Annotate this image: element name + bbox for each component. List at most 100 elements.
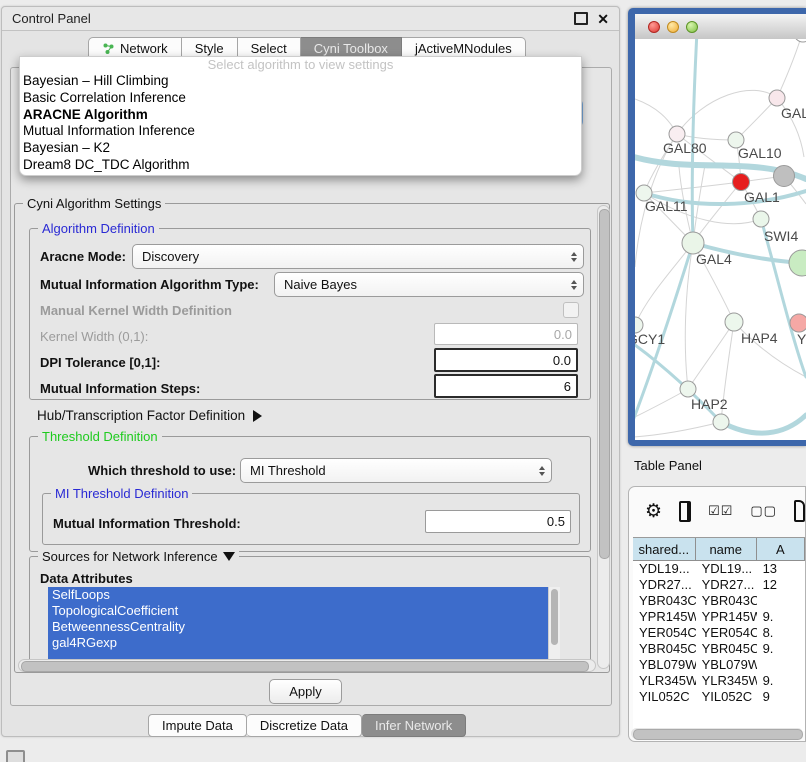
- table-cell: [757, 593, 805, 609]
- network-edge[interactable]: [736, 98, 777, 140]
- network-edge[interactable]: [635, 422, 721, 437]
- network-edge[interactable]: [777, 39, 803, 98]
- table-cell: YDR27...: [696, 577, 757, 593]
- network-node-gal[interactable]: [769, 90, 785, 106]
- table-header: shared...nameA: [633, 538, 805, 561]
- network-node-gal1[interactable]: [733, 174, 750, 191]
- algorithm-option-dream8-dc-tdc-algorithm[interactable]: Dream8 DC_TDC Algorithm: [20, 157, 581, 174]
- mi-type-combo[interactable]: Naive Bayes: [274, 272, 584, 297]
- bottom-tab-discretize-data[interactable]: Discretize Data: [247, 714, 362, 737]
- network-canvas[interactable]: GALGAL80GAL10GAL1GAL11SWI4GAL4GCY1HAP4YH…: [635, 39, 806, 440]
- node-label: GAL80: [663, 140, 707, 156]
- gear-icon[interactable]: ⚙: [645, 502, 662, 521]
- mi-steps-field[interactable]: 6: [434, 374, 578, 398]
- network-node[interactable]: [713, 414, 729, 430]
- tab-label: Discretize Data: [260, 718, 348, 733]
- network-node-y[interactable]: [790, 314, 806, 332]
- network-edge-thick[interactable]: [721, 415, 806, 433]
- network-node-swi4[interactable]: [753, 211, 769, 227]
- algorithm-option-aracne-algorithm[interactable]: ARACNE Algorithm: [20, 107, 581, 124]
- table-row[interactable]: YIL052CYIL052C9: [633, 689, 805, 705]
- hub-definition-toggle[interactable]: Hub/Transcription Factor Definition: [37, 408, 262, 423]
- network-edge[interactable]: [688, 322, 734, 389]
- node-table: shared...nameA YDL19...YDL19...13YDR27..…: [633, 537, 805, 731]
- combo-stepper-icon: [565, 252, 577, 262]
- mi-threshold-field[interactable]: 0.5: [425, 510, 571, 533]
- algorithm-option-basic-correlation-inference[interactable]: Basic Correlation Inference: [20, 90, 581, 107]
- select-all-checks-icon[interactable]: ☑☑: [708, 503, 733, 519]
- attribute-item-betweennesscentrality[interactable]: BetweennessCentrality: [48, 619, 560, 635]
- minimized-panel-icon[interactable]: [6, 750, 25, 762]
- algorithm-option-mutual-information-inference[interactable]: Mutual Information Inference: [20, 123, 581, 140]
- attribute-item-gal4rgexp[interactable]: gal4RGexp: [48, 635, 560, 651]
- close-window-icon[interactable]: [648, 21, 660, 33]
- column-header-name[interactable]: name: [696, 538, 757, 560]
- node-label: GCY1: [635, 331, 665, 347]
- table-row[interactable]: YER054CYER054C8.: [633, 625, 805, 641]
- which-threshold-combo[interactable]: MI Threshold: [240, 458, 552, 483]
- bottom-tab-infer-network[interactable]: Infer Network: [362, 714, 466, 737]
- network-node-hap4[interactable]: [725, 313, 743, 331]
- tab-label: Impute Data: [162, 718, 233, 733]
- node-label: SWI4: [764, 228, 798, 244]
- column-header-shared[interactable]: shared...: [633, 538, 696, 560]
- table-cell: YLR345W: [696, 673, 757, 689]
- aracne-mode-combo[interactable]: Discovery: [132, 244, 584, 269]
- network-titlebar: [635, 14, 806, 40]
- table-row[interactable]: YPR145WYPR145W9.: [633, 609, 805, 625]
- attribute-item-topologicalcoefficient[interactable]: TopologicalCoefficient: [48, 603, 560, 619]
- table-cell: YDR27...: [633, 577, 696, 593]
- table-row[interactable]: YDR27...YDR27...12: [633, 577, 805, 593]
- tab-label: Infer Network: [375, 718, 452, 733]
- apply-button[interactable]: Apply: [269, 679, 342, 704]
- sources-group: Sources for Network Inference Data Attri…: [29, 556, 591, 666]
- columns-icon[interactable]: [679, 501, 691, 522]
- table-cell: 9.: [757, 609, 805, 625]
- table-row[interactable]: YBL079WYBL079W: [633, 657, 805, 673]
- network-node[interactable]: [794, 39, 806, 42]
- mi-threshold-label: Mutual Information Threshold:: [53, 516, 241, 531]
- close-panel-icon[interactable]: ✕: [597, 14, 609, 24]
- control-panel-title: Control Panel: [12, 11, 91, 26]
- attr-items: SelfLoopsTopologicalCoefficientBetweenne…: [48, 587, 560, 651]
- manual-kernel-checkbox[interactable]: [563, 302, 579, 318]
- column-header-a[interactable]: A: [757, 538, 805, 560]
- document-icon[interactable]: [794, 500, 805, 522]
- manual-kernel-label: Manual Kernel Width Definition: [40, 303, 232, 318]
- kernel-width-field[interactable]: 0.0: [434, 323, 578, 345]
- settings-vertical-scrollbar[interactable]: [597, 205, 610, 669]
- table-cell: YDL19...: [696, 561, 757, 577]
- table-cell: 12: [757, 577, 805, 593]
- network-node-hap2[interactable]: [680, 381, 696, 397]
- settings-horizontal-scrollbar[interactable]: [18, 659, 596, 672]
- bottom-tab-impute-data[interactable]: Impute Data: [148, 714, 247, 737]
- table-cell: YBL079W: [633, 657, 696, 673]
- data-attributes-label: Data Attributes: [40, 571, 133, 586]
- zoom-window-icon[interactable]: [686, 21, 698, 33]
- threshold-definition-legend: Threshold Definition: [38, 429, 162, 444]
- node-label: GAL1: [744, 189, 780, 205]
- kernel-width-label: Kernel Width (0,1):: [40, 329, 148, 344]
- control-panel-window: Control Panel ✕ NetworkStyleSelectCyni T…: [1, 6, 620, 737]
- network-edge[interactable]: [635, 243, 693, 325]
- network-node[interactable]: [774, 166, 795, 187]
- attributes-scrollbar[interactable]: [548, 587, 560, 659]
- algorithm-popup-placeholder: Select algorithm to view settings: [20, 57, 581, 73]
- sources-legend[interactable]: Sources for Network Inference: [38, 549, 239, 564]
- dpi-tolerance-field[interactable]: 0.0: [434, 348, 578, 372]
- algorithm-option-bayesian-hill-climbing[interactable]: Bayesian – Hill Climbing: [20, 73, 581, 90]
- combo-stepper-icon: [565, 280, 577, 290]
- table-row[interactable]: YLR345WYLR345W9.: [633, 673, 805, 689]
- network-node[interactable]: [789, 250, 806, 276]
- attribute-item-selfloops[interactable]: SelfLoops: [48, 587, 560, 603]
- table-row[interactable]: YBR043CYBR043C: [633, 593, 805, 609]
- deselect-all-checks-icon[interactable]: ▢▢: [750, 503, 777, 519]
- float-panel-icon[interactable]: [574, 12, 588, 25]
- algorithm-option-bayesian-k2[interactable]: Bayesian – K2: [20, 140, 581, 157]
- table-row[interactable]: YBR045CYBR045C9.: [633, 641, 805, 657]
- tab-label: Select: [251, 41, 287, 56]
- minimize-window-icon[interactable]: [667, 21, 679, 33]
- table-horizontal-scrollbar[interactable]: [631, 728, 803, 739]
- table-row[interactable]: YDL19...YDL19...13: [633, 561, 805, 577]
- control-panel-titlebar: Control Panel ✕: [2, 7, 619, 31]
